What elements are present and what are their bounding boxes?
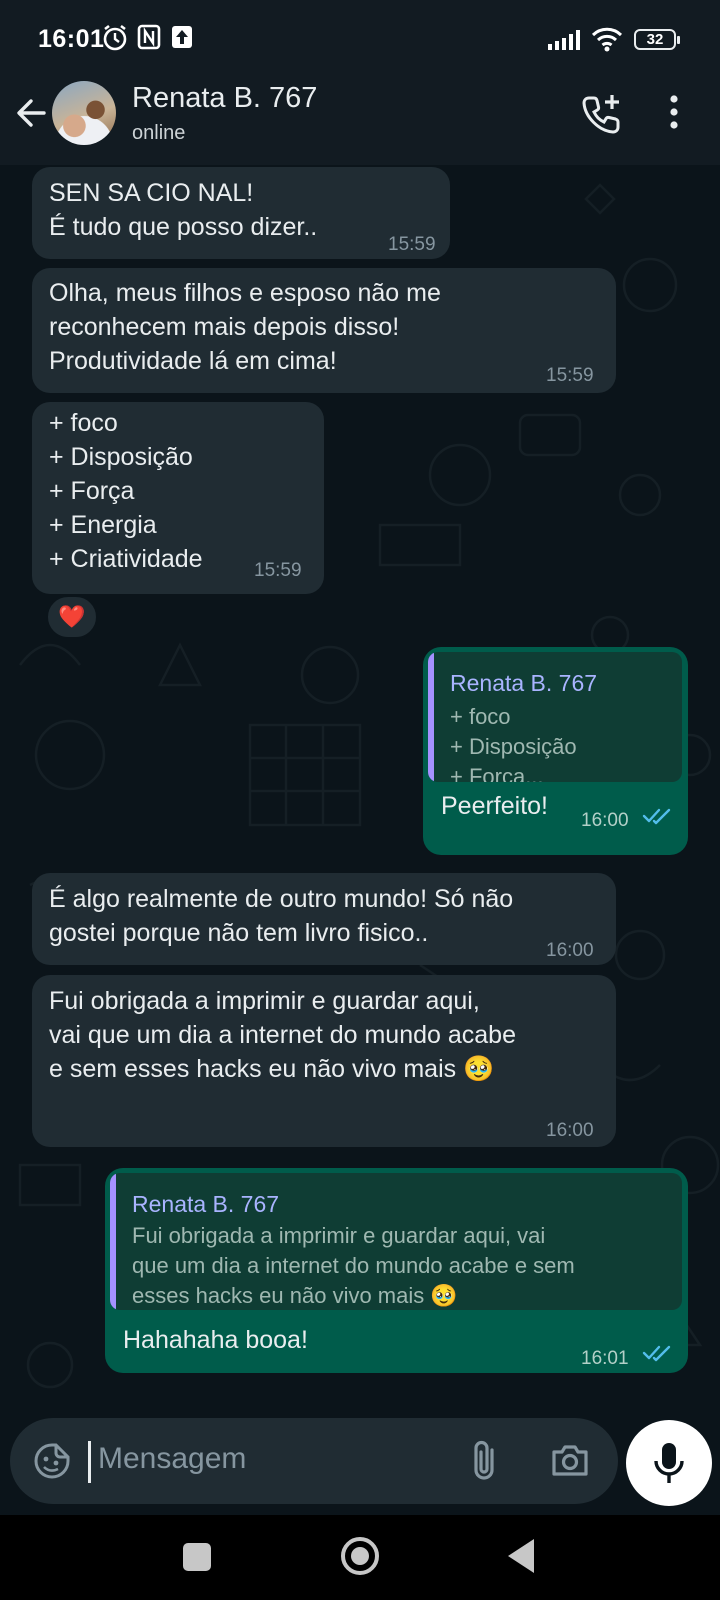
message-text: SEN SA CIO NAL! É tudo que posso dizer.. [49,179,318,241]
mic-icon [654,1443,684,1483]
alarm-icon [103,24,127,51]
incoming-message[interactable]: Fui obrigada a imprimir e guardar aqui, … [32,975,616,1147]
back-arrow-icon[interactable] [12,93,52,133]
home-button[interactable] [341,1537,379,1575]
message-text: Peerfeito! [441,792,549,820]
quoted-message[interactable]: Renata B. 767 + foco + Disposição + Forç… [428,652,682,782]
message-time: 16:00 [546,940,594,961]
incoming-message[interactable]: Olha, meus filhos e esposo não me reconh… [32,268,616,393]
read-ticks-icon [642,1345,671,1362]
system-back-button[interactable] [508,1539,534,1573]
message-text: É algo realmente de outro mundo! Só não … [49,885,514,947]
message-time: 15:59 [546,365,594,386]
mic-button[interactable] [626,1420,712,1506]
chat-area[interactable]: SEN SA CIO NAL! É tudo que posso dizer..… [0,165,720,1410]
message-time: 16:00 [546,1120,594,1141]
signal-icon [548,30,580,50]
message-input-container[interactable]: Mensagem [10,1418,618,1504]
message-time: 16:01 [581,1348,629,1369]
nfc-icon [137,24,161,50]
quote-text: Fui obrigada a imprimir e guardar aqui, … [132,1223,575,1308]
contact-status: online [132,122,186,144]
attach-icon[interactable] [470,1438,498,1484]
upload-icon [172,26,192,48]
message-reaction[interactable]: ❤️ [46,595,98,639]
quote-author: Renata B. 767 [132,1191,280,1217]
contact-avatar[interactable] [52,81,116,145]
more-vertical-icon[interactable] [668,94,680,130]
message-time: 15:59 [388,234,436,255]
message-text: Olha, meus filhos e esposo não me reconh… [49,279,441,375]
message-text: + foco + Disposição + Força + Energia + … [49,409,203,573]
incoming-message[interactable]: + foco + Disposição + Força + Energia + … [32,402,324,594]
quote-text: + foco + Disposição + Força... [450,704,577,782]
incoming-message[interactable]: SEN SA CIO NAL! É tudo que posso dizer..… [32,167,450,259]
wifi-icon [591,27,623,52]
status-bar: 16:01 32 [0,0,720,80]
add-call-icon[interactable] [580,92,624,136]
message-text: Fui obrigada a imprimir e guardar aqui, … [49,987,516,1083]
camera-icon[interactable] [550,1442,590,1478]
sticker-icon[interactable] [32,1441,72,1481]
quoted-message[interactable]: Renata B. 767 Fui obrigada a imprimir e … [110,1173,682,1310]
incoming-message[interactable]: É algo realmente de outro mundo! Só não … [32,873,616,965]
system-nav-bar [0,1515,720,1600]
battery-icon: 32 [634,29,680,50]
message-input[interactable]: Mensagem [98,1442,246,1476]
chat-header: Renata B. 767 online [0,80,720,165]
message-time: 16:00 [581,810,629,831]
contact-name[interactable]: Renata B. 767 [132,82,317,115]
message-time: 15:59 [254,560,302,581]
outgoing-message[interactable]: Renata B. 767 Fui obrigada a imprimir e … [105,1168,688,1373]
message-text: Hahahaha booa! [123,1326,308,1354]
status-time: 16:01 [38,25,105,53]
quote-author: Renata B. 767 [450,670,598,696]
read-ticks-icon [642,808,671,825]
composer-bar: Mensagem [0,1410,720,1515]
outgoing-message[interactable]: Renata B. 767 + foco + Disposição + Forç… [423,647,688,855]
text-cursor [88,1441,91,1483]
recents-button[interactable] [183,1543,211,1571]
